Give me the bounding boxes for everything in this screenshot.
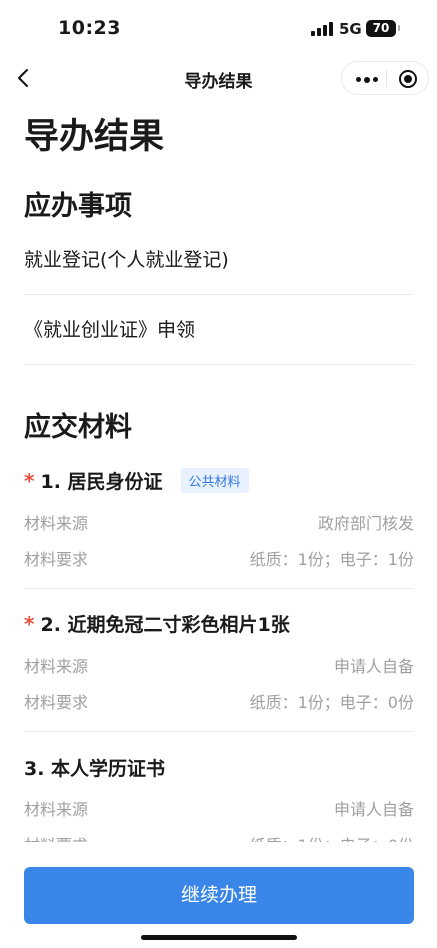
material-source-row: 材料来源 申请人自备 (24, 796, 414, 820)
requirement-value: 纸质：1份；电子：0份 (249, 693, 414, 712)
close-mini-program-icon[interactable] (399, 70, 417, 88)
material-requirement-row: 材料要求 纸质：1份；电子：1份 (24, 546, 414, 570)
material-title: * 2. 近期免冠二寸彩色相片1张 (24, 610, 290, 637)
source-label: 材料来源 (24, 800, 89, 819)
requirement-value: 纸质：1份；电子：1份 (249, 550, 414, 569)
material-requirement-row: 材料要求 纸质：1份；电子：0份 (24, 832, 414, 842)
required-mark: * (24, 468, 35, 493)
continue-button[interactable]: 继续办理 (24, 867, 414, 924)
material-name: 1. 居民身份证 (40, 471, 163, 493)
divider (24, 588, 414, 589)
matters-heading: 应办事项 (24, 191, 132, 222)
material-source-row: 材料来源 政府部门核发 (24, 510, 414, 534)
material-name: 2. 近期免冠二寸彩色相片1张 (40, 614, 290, 636)
requirement-label: 材料要求 (24, 550, 89, 569)
material-requirement-row: 材料要求 纸质：1份；电子：0份 (24, 689, 414, 713)
nav-bar: 导办结果 (0, 56, 437, 100)
requirement-label: 材料要求 (24, 693, 89, 712)
public-material-tag: 公共材料 (180, 468, 249, 493)
home-indicator[interactable] (141, 935, 297, 940)
more-icon[interactable] (356, 76, 378, 83)
required-mark: * (24, 611, 35, 636)
divider (24, 731, 414, 732)
status-time: 10:23 (58, 17, 121, 39)
source-value: 政府部门核发 (317, 514, 414, 533)
source-value: 申请人自备 (333, 657, 414, 676)
materials-heading: 应交材料 (24, 412, 132, 443)
mini-program-capsule (341, 61, 429, 95)
material-name: 3. 本人学历证书 (24, 758, 166, 780)
requirement-label: 材料要求 (24, 832, 88, 842)
signal-icon (311, 22, 333, 36)
battery-level: 70 (372, 21, 390, 35)
battery-icon: 70 (366, 20, 400, 37)
matter-item: 就业登记(个人就业登记) (24, 225, 414, 295)
matter-item: 《就业创业证》申领 (24, 295, 414, 365)
material-title: 3. 本人学历证书 (24, 754, 165, 781)
page-heading: 导办结果 (24, 117, 165, 157)
source-label: 材料来源 (24, 514, 89, 533)
material-source-row: 材料来源 申请人自备 (24, 653, 414, 677)
network-label: 5G (339, 20, 362, 38)
source-value: 申请人自备 (333, 800, 414, 819)
content-area[interactable]: 导办结果 应办事项 就业登记(个人就业登记) 《就业创业证》申领 应交材料 * … (0, 100, 437, 842)
requirement-value: 纸质：1份；电子：0份 (250, 832, 414, 842)
status-bar: 10:23 5G 70 (0, 0, 437, 56)
material-title: * 1. 居民身份证 公共材料 (24, 467, 249, 494)
capsule-divider (386, 70, 387, 87)
source-label: 材料来源 (24, 657, 89, 676)
